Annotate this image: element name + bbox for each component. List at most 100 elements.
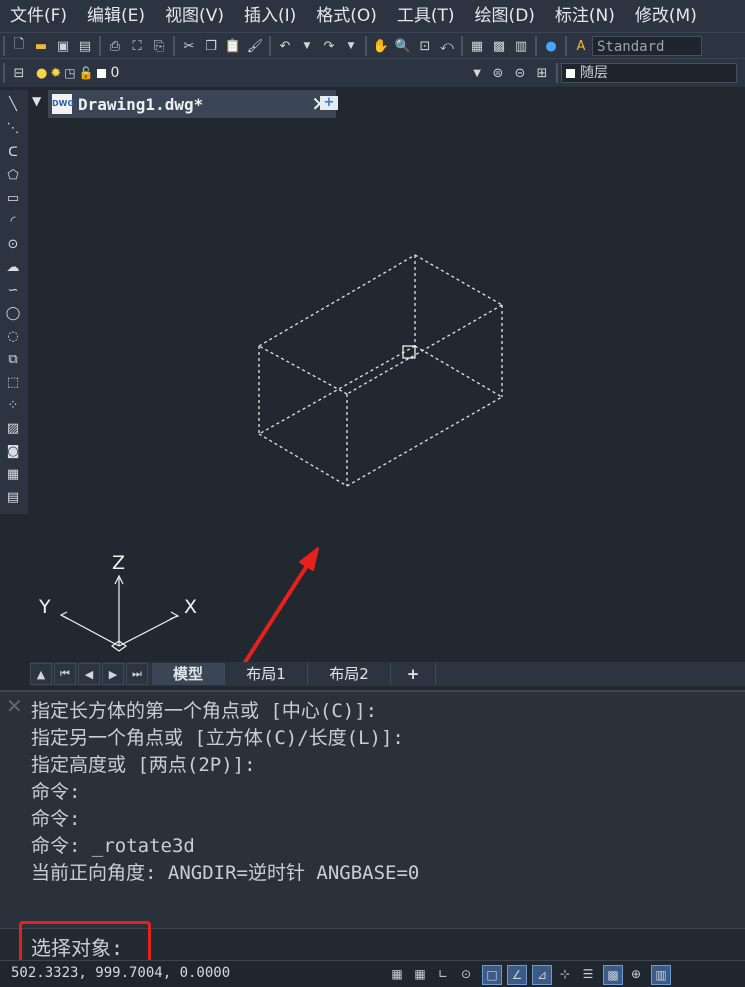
make-block-icon[interactable]: ⬚	[3, 372, 23, 392]
tool-palettes-icon[interactable]: ▥	[510, 35, 532, 57]
layer-manager-icon[interactable]: ⊟	[8, 62, 30, 84]
toolbar-separator	[461, 36, 463, 56]
layer-name: 0	[110, 65, 120, 81]
arc-icon[interactable]: ◜	[3, 211, 23, 231]
construction-line-icon[interactable]: ⋱	[3, 118, 23, 138]
save-as-icon[interactable]: ▤	[74, 35, 96, 57]
ellipse-arc-icon[interactable]: ◌	[3, 326, 23, 346]
redo-dropdown-icon[interactable]: ▼	[340, 35, 362, 57]
text-style-select[interactable]: Standard	[592, 36, 702, 56]
color-select[interactable]: 随层	[561, 63, 737, 83]
revision-cloud-icon[interactable]: ☁	[3, 257, 23, 277]
spline-icon[interactable]: ∽	[3, 280, 23, 300]
undo-dropdown-icon[interactable]: ▼	[296, 35, 318, 57]
menu-dimension[interactable]: 标注(N)	[545, 0, 625, 32]
ucs-z-label: Z	[112, 552, 126, 574]
help-icon[interactable]: ●	[540, 35, 562, 57]
box-edge	[258, 345, 348, 395]
tab-layout1[interactable]: 布局1	[225, 663, 308, 685]
tab-drawing1[interactable]: DWG Drawing1.dwg* ✕	[48, 90, 336, 118]
dynamic-input-icon[interactable]: ⊹	[556, 965, 574, 983]
menu-file[interactable]: 文件(F)	[0, 0, 77, 32]
toolbar-grip[interactable]	[3, 36, 5, 56]
menu-tools[interactable]: 工具(T)	[387, 0, 465, 32]
first-layout-icon[interactable]: ⏮	[54, 663, 76, 685]
last-layout-icon[interactable]: ⏭	[126, 663, 148, 685]
toolbar-grip[interactable]	[3, 63, 5, 83]
layer-previous-icon[interactable]: ⊝	[509, 62, 531, 84]
tab-model[interactable]: 模型	[152, 663, 225, 685]
menu-format[interactable]: 格式(O)	[306, 0, 387, 32]
polyline-icon[interactable]: ᑕ	[3, 142, 23, 162]
menu-draw[interactable]: 绘图(D)	[465, 0, 545, 32]
redo-icon[interactable]: ↷	[318, 35, 340, 57]
snap-grid-icon[interactable]: ▦	[388, 965, 406, 983]
box-edge	[258, 433, 348, 487]
dynamic-ucs-icon[interactable]: ⊿	[532, 965, 552, 985]
match-properties-icon[interactable]: 🖌	[244, 35, 266, 57]
insert-block-icon[interactable]: ⧉	[3, 349, 23, 369]
next-layout-icon[interactable]: ▶	[102, 663, 124, 685]
model-space-canvas[interactable]: Z Y X	[30, 118, 745, 662]
hatch-icon[interactable]: ▨	[3, 418, 23, 438]
ellipse-icon[interactable]: ◯	[3, 303, 23, 323]
box-edge	[258, 254, 416, 347]
grid-display-icon[interactable]: ▦	[411, 965, 429, 983]
print-icon[interactable]: ⎙	[104, 35, 126, 57]
publish-icon[interactable]: ⎘	[148, 35, 170, 57]
design-center-icon[interactable]: ▩	[488, 35, 510, 57]
new-file-icon[interactable]: 🗋	[8, 35, 30, 57]
previous-layout-icon[interactable]: ◀	[78, 663, 100, 685]
line-icon[interactable]: ╲	[3, 94, 23, 114]
save-icon[interactable]: ▣	[52, 35, 74, 57]
rectangle-icon[interactable]: ▭	[3, 188, 23, 208]
zoom-window-icon[interactable]: ⊡	[414, 35, 436, 57]
undo-icon[interactable]: ↶	[274, 35, 296, 57]
table-icon[interactable]: ▦	[3, 464, 23, 484]
new-tab-button[interactable]: +	[316, 91, 342, 115]
menu-insert[interactable]: 插入(I)	[234, 0, 306, 32]
tab-layout2[interactable]: 布局2	[308, 663, 391, 685]
transparency-icon[interactable]: ▩	[603, 965, 623, 985]
add-layout-button[interactable]: +	[391, 663, 436, 685]
mtext-icon[interactable]: ▤	[3, 487, 23, 507]
menu-modify[interactable]: 修改(M)	[625, 0, 707, 32]
layer-states-icon[interactable]: ⊞	[531, 62, 553, 84]
chevron-down-icon[interactable]: ▼	[473, 68, 481, 79]
make-object-layer-current-icon[interactable]: ⊜	[487, 62, 509, 84]
box-wireframe	[258, 254, 503, 487]
menu-view[interactable]: 视图(V)	[155, 0, 234, 32]
polygon-icon[interactable]: ⬠	[3, 165, 23, 185]
cut-icon[interactable]: ✂	[178, 35, 200, 57]
document-tab-title: Drawing1.dwg*	[78, 94, 204, 114]
paste-icon[interactable]: 📋	[222, 35, 244, 57]
properties-icon[interactable]: ▦	[466, 35, 488, 57]
zoom-realtime-icon[interactable]: 🔍	[392, 35, 414, 57]
text-style-icon: A	[576, 38, 586, 54]
annotation-monitor-icon[interactable]: ▥	[651, 965, 671, 985]
lineweight-icon[interactable]: ☰	[579, 965, 597, 983]
command-input[interactable]: 选择对象:	[0, 921, 745, 965]
print-preview-icon[interactable]: ⛶	[126, 35, 148, 57]
selection-cycling-icon[interactable]: ⊕	[627, 965, 645, 983]
menu-edit[interactable]: 编辑(E)	[77, 0, 155, 32]
zoom-previous-icon[interactable]: ⤺	[436, 35, 458, 57]
pan-icon[interactable]: ✋	[370, 35, 392, 57]
region-icon[interactable]: ◙	[3, 441, 23, 461]
box-edge	[414, 345, 503, 398]
object-snap-icon[interactable]: □	[482, 965, 502, 985]
copy-icon[interactable]: ❐	[200, 35, 222, 57]
close-command-window-icon[interactable]: ✕	[6, 694, 23, 718]
tab-list-chevron-icon[interactable]: ▼	[32, 94, 41, 108]
layer-color-swatch	[96, 68, 106, 78]
toolbar-separator	[269, 36, 271, 56]
object-snap-tracking-icon[interactable]: ∠	[507, 965, 527, 985]
ortho-icon[interactable]: ∟	[434, 965, 452, 983]
polar-tracking-icon[interactable]: ⊙	[457, 965, 475, 983]
circle-icon[interactable]: ⊙	[3, 234, 23, 254]
scroll-up-icon[interactable]: ▲	[30, 663, 52, 685]
dwg-file-icon: DWG	[52, 94, 74, 114]
point-icon[interactable]: ⁘	[3, 395, 23, 415]
layer-select[interactable]: ● ✹ ◳ 🔓 0 ▼	[36, 62, 481, 84]
open-file-icon[interactable]: ▬	[30, 35, 52, 57]
